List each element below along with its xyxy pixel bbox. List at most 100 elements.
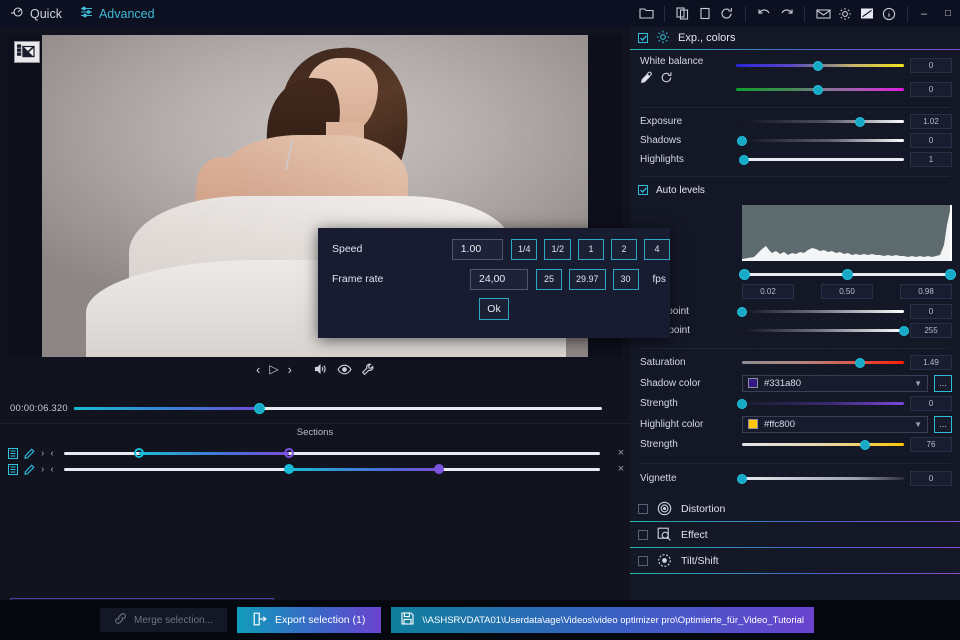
- shadow-strength-value[interactable]: 0: [910, 396, 952, 411]
- framerate-preset-0[interactable]: 25: [536, 269, 562, 290]
- section-start-handle[interactable]: [284, 464, 294, 474]
- highlight-strength-knob[interactable]: [860, 440, 870, 450]
- copy-icon[interactable]: [672, 0, 694, 27]
- export-selection-button[interactable]: Export selection (1): [237, 607, 381, 633]
- section-prev-icon[interactable]: ‹: [50, 464, 53, 475]
- highlight-color-select[interactable]: #ffc800 ▼: [742, 416, 928, 433]
- group-distortion[interactable]: Distortion: [630, 496, 960, 521]
- undo-icon[interactable]: [753, 0, 775, 27]
- reset-icon[interactable]: [716, 0, 738, 27]
- section-edit-icon[interactable]: [24, 464, 35, 475]
- shadow-color-more-button[interactable]: ...: [934, 375, 952, 392]
- eyedropper-icon[interactable]: [640, 71, 653, 84]
- levels-black-value[interactable]: 0.02: [742, 284, 794, 299]
- saturation-value[interactable]: 1.49: [910, 355, 952, 370]
- saturation-knob[interactable]: [855, 358, 865, 368]
- next-frame-button[interactable]: ›: [288, 362, 292, 377]
- white-balance-temp-slider[interactable]: [736, 59, 904, 73]
- speed-preset-1[interactable]: 1/2: [544, 239, 571, 260]
- curves-icon[interactable]: [856, 0, 878, 27]
- vignette-slider[interactable]: [742, 472, 904, 486]
- speed-preset-3[interactable]: 2: [611, 239, 637, 260]
- timeline-playhead[interactable]: [254, 403, 265, 414]
- group-effect-checkbox[interactable]: [638, 530, 648, 540]
- black-point-slider[interactable]: [742, 305, 904, 319]
- open-folder-icon[interactable]: [635, 0, 657, 27]
- temp-value[interactable]: 0: [910, 58, 952, 73]
- highlight-strength-value[interactable]: 76: [910, 437, 952, 452]
- white-point-value[interactable]: 255: [910, 323, 952, 338]
- no-preview-icon[interactable]: [14, 41, 40, 63]
- exposure-slider[interactable]: [742, 115, 904, 129]
- highlights-slider[interactable]: [742, 153, 904, 167]
- group-tiltshift-checkbox[interactable]: [638, 556, 648, 566]
- speed-input[interactable]: 1.00: [452, 239, 503, 260]
- black-point-knob[interactable]: [737, 307, 747, 317]
- output-path-button[interactable]: \\ASHSRVDATA01\Userdata\age\Videos\video…: [391, 607, 814, 633]
- levels-mid-knob[interactable]: [842, 269, 853, 280]
- auto-levels-row[interactable]: Auto levels: [630, 181, 960, 199]
- levels-white-knob[interactable]: [945, 269, 956, 280]
- section-next-icon[interactable]: ›: [41, 448, 44, 459]
- speed-preset-2[interactable]: 1: [578, 239, 604, 260]
- shadows-slider[interactable]: [742, 134, 904, 148]
- section-end-handle[interactable]: [284, 448, 294, 458]
- tint-value[interactable]: 0: [910, 82, 952, 97]
- section-end-handle[interactable]: [434, 464, 444, 474]
- highlights-knob[interactable]: [739, 155, 749, 165]
- section-remove-button[interactable]: ×: [612, 447, 630, 459]
- group-distortion-checkbox[interactable]: [638, 504, 648, 514]
- section-clip-icon[interactable]: [8, 448, 18, 459]
- auto-levels-checkbox[interactable]: [638, 185, 648, 195]
- highlight-color-more-button[interactable]: ...: [934, 416, 952, 433]
- group-exp-colors-header[interactable]: Exp., colors: [630, 27, 960, 49]
- tint-knob[interactable]: [813, 85, 823, 95]
- section-prev-icon[interactable]: ‹: [50, 448, 53, 459]
- section-range-slider[interactable]: [64, 462, 600, 476]
- framerate-preset-2[interactable]: 30: [613, 269, 639, 290]
- section-remove-button[interactable]: ×: [612, 463, 630, 475]
- ok-button[interactable]: Ok: [479, 298, 509, 320]
- levels-white-value[interactable]: 0.98: [900, 284, 952, 299]
- section-edit-icon[interactable]: [24, 448, 35, 459]
- shadow-strength-knob[interactable]: [737, 399, 747, 409]
- exposure-knob[interactable]: [855, 117, 865, 127]
- mode-advanced[interactable]: Advanced: [80, 6, 155, 21]
- shadows-value[interactable]: 0: [910, 133, 952, 148]
- wrench-icon[interactable]: [361, 363, 374, 376]
- white-point-slider[interactable]: [742, 324, 904, 338]
- shadows-knob[interactable]: [737, 136, 747, 146]
- levels-slider[interactable]: [742, 267, 952, 281]
- highlight-strength-slider[interactable]: [742, 438, 904, 452]
- exposure-value[interactable]: 1.02: [910, 114, 952, 129]
- timeline-scrubber[interactable]: [74, 401, 602, 415]
- info-icon[interactable]: [878, 0, 900, 27]
- prev-frame-button[interactable]: ‹: [256, 362, 260, 377]
- redo-icon[interactable]: [775, 0, 797, 27]
- shadow-strength-slider[interactable]: [742, 397, 904, 411]
- vignette-knob[interactable]: [737, 474, 747, 484]
- section-next-icon[interactable]: ›: [41, 464, 44, 475]
- vignette-value[interactable]: 0: [910, 471, 952, 486]
- group-exp-colors-checkbox[interactable]: [638, 33, 648, 43]
- mode-quick[interactable]: Quick: [10, 6, 62, 21]
- levels-black-knob[interactable]: [739, 269, 750, 280]
- black-point-value[interactable]: 0: [910, 304, 952, 319]
- paste-icon[interactable]: [694, 0, 716, 27]
- volume-icon[interactable]: [314, 363, 328, 375]
- shadow-color-select[interactable]: #331a80 ▼: [742, 375, 928, 392]
- white-point-knob[interactable]: [899, 326, 909, 336]
- saturation-slider[interactable]: [742, 356, 904, 370]
- merge-selection-button[interactable]: Merge selection...: [100, 608, 227, 632]
- gear-icon[interactable]: [834, 0, 856, 27]
- framerate-input[interactable]: 24,00: [470, 269, 528, 290]
- eye-icon[interactable]: [337, 364, 352, 375]
- white-balance-tint-slider[interactable]: [736, 83, 904, 97]
- section-range-slider[interactable]: [64, 446, 600, 460]
- maximize-button[interactable]: □: [936, 0, 960, 27]
- speed-preset-4[interactable]: 4: [644, 239, 670, 260]
- levels-mid-value[interactable]: 0.50: [821, 284, 873, 299]
- section-clip-icon[interactable]: [8, 464, 18, 475]
- group-tiltshift[interactable]: Tilt/Shift: [630, 548, 960, 573]
- temp-knob[interactable]: [813, 61, 823, 71]
